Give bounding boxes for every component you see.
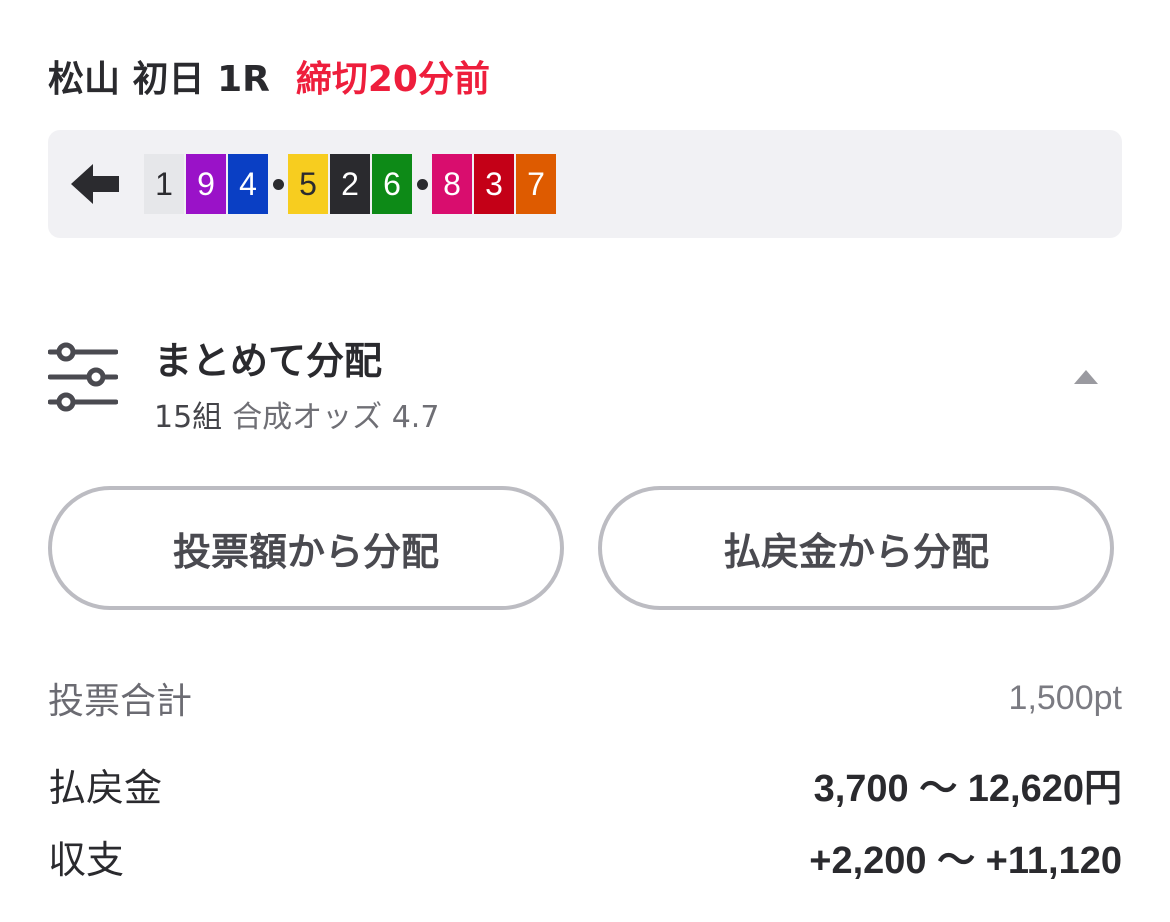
payout-label: 払戻金 <box>48 765 163 810</box>
distribute-by-bet-button[interactable]: 投票額から分配 <box>48 486 564 610</box>
payout-value: 3,700 〜 12,620円 <box>813 767 1122 810</box>
boat-number-box: 4 <box>228 154 268 214</box>
boat-number-box: 6 <box>372 154 412 214</box>
boat-number-box: 7 <box>516 154 556 214</box>
boat-number-box: 8 <box>432 154 472 214</box>
race-header: 松山 初日 1R 締切20分前 <box>48 48 490 104</box>
total-bet-label: 投票合計 <box>48 681 193 722</box>
deadline-label: 締切20分前 <box>295 59 490 100</box>
boat-number-box: 1 <box>144 154 184 214</box>
combination-count: 15組 <box>154 400 223 435</box>
combination-boxes: 194526837 <box>144 154 558 214</box>
sliders-icon <box>48 342 118 412</box>
payout-row: 払戻金 3,700 〜 12,620円 <box>48 756 1122 812</box>
combination-bar: 194526837 <box>48 130 1122 238</box>
profit-label: 収支 <box>48 837 125 882</box>
group-separator-dot <box>416 154 428 214</box>
distribution-title: まとめて分配 <box>154 339 383 383</box>
boat-number-box: 2 <box>330 154 370 214</box>
distribute-by-payout-button[interactable]: 払戻金から分配 <box>598 486 1114 610</box>
total-bet-row: 投票合計 1,500pt <box>48 670 1122 726</box>
total-bet-value: 1,500pt <box>1008 678 1122 717</box>
chevron-up-icon[interactable] <box>1072 368 1100 386</box>
boat-number-box: 5 <box>288 154 328 214</box>
profit-row: 収支 +2,200 〜 +11,120 <box>48 828 1122 884</box>
race-title: 松山 初日 1R <box>48 59 270 100</box>
combined-odds: 合成オッズ 4.7 <box>232 400 440 435</box>
boat-number-box: 9 <box>186 154 226 214</box>
boat-number-box: 3 <box>474 154 514 214</box>
distribution-subtitle: 15組 合成オッズ 4.7 <box>154 392 439 436</box>
arrow-left-icon[interactable] <box>70 158 122 210</box>
bulk-distribution-toggle[interactable]: まとめて分配 15組 合成オッズ 4.7 <box>48 320 1122 440</box>
profit-value: +2,200 〜 +11,120 <box>809 839 1122 882</box>
group-separator-dot <box>272 154 284 214</box>
